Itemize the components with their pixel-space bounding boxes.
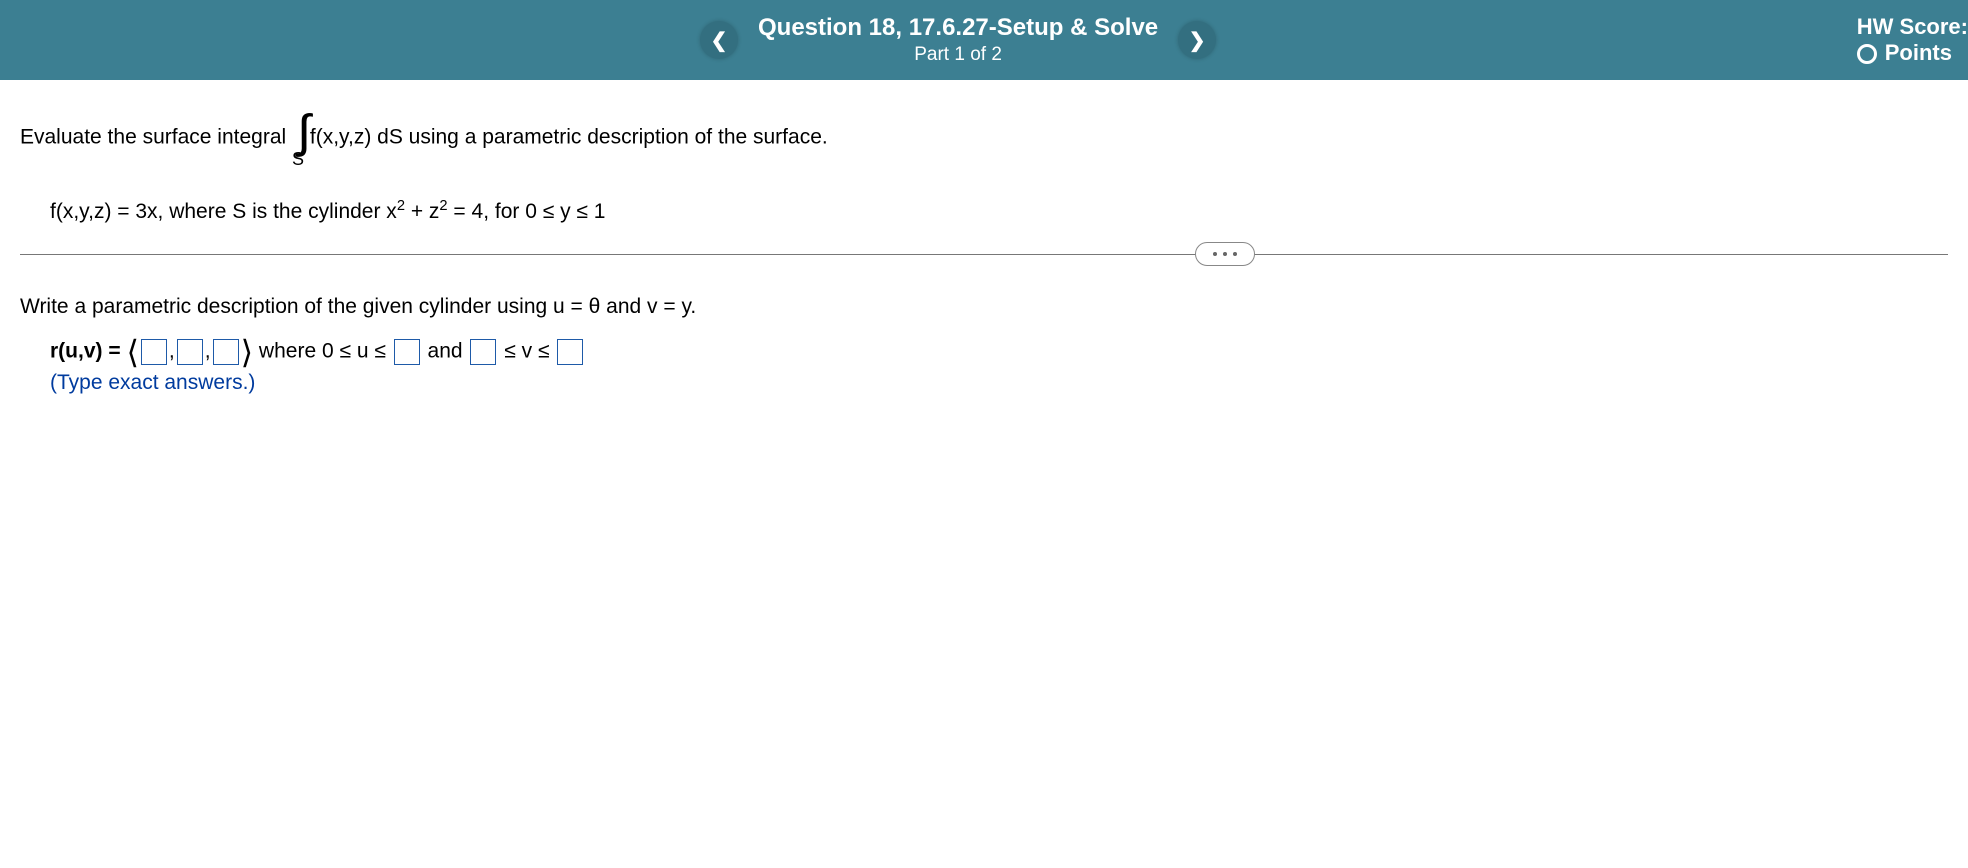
chevron-right-icon: ❯ bbox=[1189, 28, 1206, 53]
comma: , bbox=[205, 340, 211, 363]
text-segment: Evaluate the surface integral bbox=[20, 126, 286, 149]
comma: , bbox=[169, 340, 175, 363]
answer-hint: (Type exact answers.) bbox=[50, 371, 1948, 395]
chevron-left-icon: ❮ bbox=[711, 28, 728, 53]
text-segment: f(x,y,z) dS using a parametric descripti… bbox=[310, 126, 828, 149]
expand-button[interactable] bbox=[1195, 242, 1255, 266]
text-segment: where 0 ≤ u ≤ bbox=[253, 340, 392, 363]
superscript: 2 bbox=[397, 198, 405, 214]
question-statement-line2: f(x,y,z) = 3x, where S is the cylinder x… bbox=[50, 198, 1948, 224]
section-divider bbox=[20, 254, 1948, 255]
text-segment: + z bbox=[405, 200, 439, 223]
question-part: Part 1 of 2 bbox=[758, 44, 1158, 66]
r-label: r(u,v) = bbox=[50, 340, 126, 363]
header-title-block: Question 18, 17.6.27-Setup & Solve Part … bbox=[758, 14, 1158, 66]
answer-input-2[interactable] bbox=[177, 339, 203, 365]
answer-input-6[interactable] bbox=[557, 339, 583, 365]
question-title: Question 18, 17.6.27-Setup & Solve bbox=[758, 14, 1158, 42]
hw-score-label: HW Score: bbox=[1857, 14, 1968, 40]
answer-input-4[interactable] bbox=[394, 339, 420, 365]
double-integral-icon: ∫∫ S bbox=[292, 108, 304, 168]
text-segment: f(x,y,z) = 3x, where S is the cylinder x bbox=[50, 200, 397, 223]
score-block: HW Score: Points bbox=[1857, 0, 1968, 80]
question-header: ❮ Question 18, 17.6.27-Setup & Solve Par… bbox=[0, 0, 1968, 80]
ellipsis-icon bbox=[1213, 252, 1237, 256]
angle-bracket-left-icon: ⟨ bbox=[126, 334, 138, 370]
answer-input-1[interactable] bbox=[141, 339, 167, 365]
text-segment: = 4, for 0 ≤ y ≤ 1 bbox=[448, 200, 606, 223]
answer-input-5[interactable] bbox=[470, 339, 496, 365]
superscript: 2 bbox=[439, 198, 447, 214]
question-content: Evaluate the surface integral ∫∫ S f(x,y… bbox=[0, 80, 1968, 395]
integral-domain: S bbox=[292, 150, 304, 168]
text-segment: ≤ v ≤ bbox=[498, 340, 555, 363]
text-segment: and bbox=[422, 340, 469, 363]
score-status-icon bbox=[1857, 44, 1877, 64]
next-question-button[interactable]: ❯ bbox=[1178, 21, 1216, 59]
prev-question-button[interactable]: ❮ bbox=[700, 21, 738, 59]
angle-bracket-right-icon: ⟩ bbox=[241, 334, 253, 370]
answer-prompt: Write a parametric description of the gi… bbox=[20, 295, 1948, 319]
answer-row: r(u,v) = ⟨,,⟩ where 0 ≤ u ≤ and ≤ v ≤ (T… bbox=[50, 339, 1948, 395]
answer-input-3[interactable] bbox=[213, 339, 239, 365]
points-label: Points bbox=[1885, 40, 1952, 65]
question-statement-line1: Evaluate the surface integral ∫∫ S f(x,y… bbox=[20, 108, 1948, 168]
